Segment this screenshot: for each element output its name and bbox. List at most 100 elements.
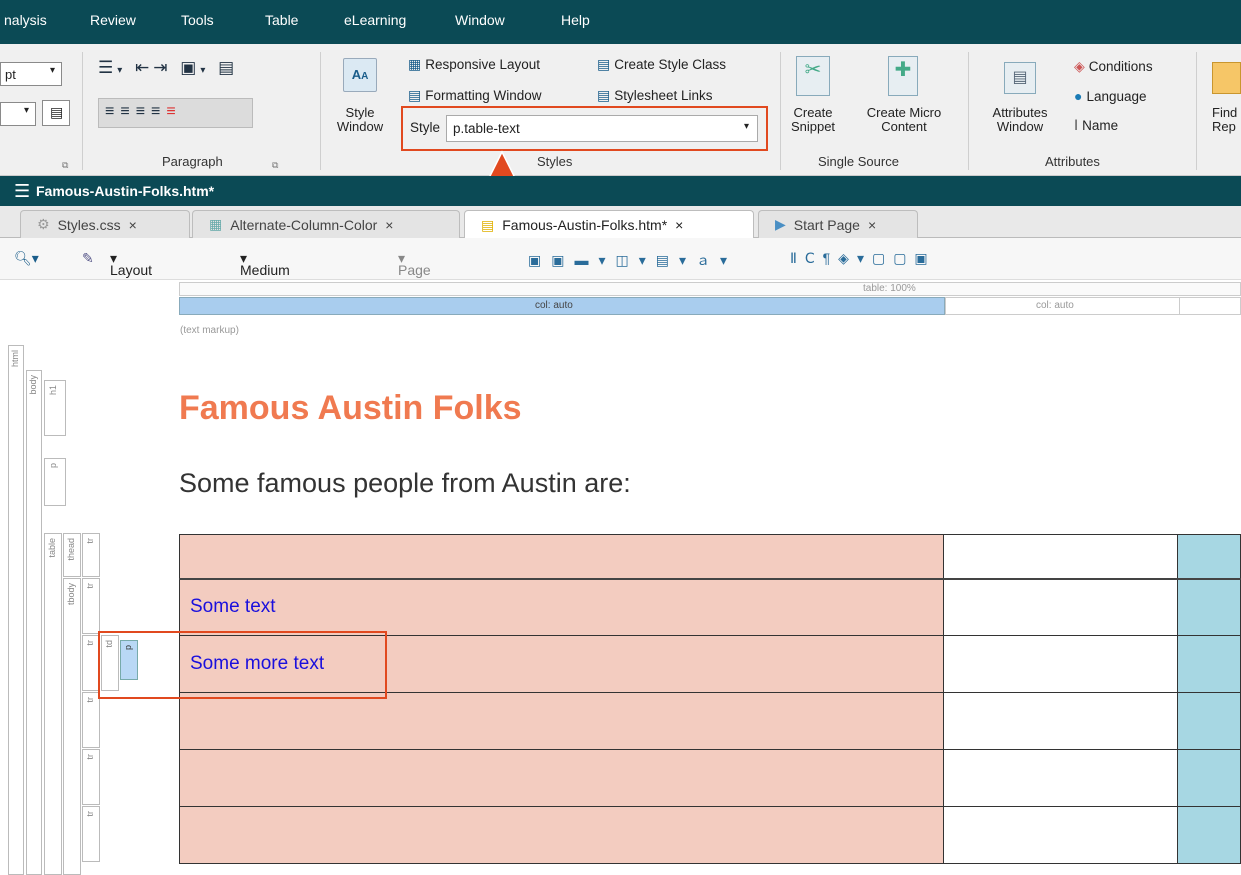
hamburger-icon[interactable]: ☰ bbox=[14, 181, 30, 202]
table-cell[interactable] bbox=[1177, 692, 1241, 750]
structure-bar-body[interactable]: body bbox=[26, 370, 42, 875]
table-cell[interactable] bbox=[1177, 806, 1241, 864]
table-row[interactable]: Some text bbox=[179, 578, 1241, 636]
structure-bar-p[interactable]: p bbox=[44, 458, 66, 506]
table-cell[interactable] bbox=[179, 749, 944, 807]
conditions-button[interactable]: ◈ Conditions bbox=[1074, 58, 1153, 75]
block-icon[interactable]: ▤ bbox=[218, 58, 238, 77]
tab-styles-css[interactable]: ⚙ Styles.css × bbox=[20, 210, 190, 238]
close-icon[interactable]: × bbox=[868, 217, 876, 233]
table-cell[interactable] bbox=[1177, 635, 1241, 693]
menu-table[interactable]: Table bbox=[265, 12, 298, 28]
table-cell[interactable] bbox=[942, 749, 1179, 807]
align-center-icon[interactable]: ≡ bbox=[120, 103, 135, 120]
menu-help[interactable]: Help bbox=[561, 12, 590, 28]
close-icon[interactable]: × bbox=[129, 217, 137, 233]
table-row[interactable] bbox=[179, 806, 1241, 864]
document-title: Famous-Austin-Folks.htm* bbox=[36, 183, 215, 199]
menu-tools[interactable]: Tools bbox=[181, 12, 214, 28]
alignment-buttons: ≡≡≡≡≡ bbox=[98, 98, 253, 128]
style-window-icon[interactable]: AA bbox=[343, 58, 377, 92]
group-label-single-source: Single Source bbox=[818, 154, 899, 169]
responsive-layout-icon: ▦ bbox=[408, 56, 422, 72]
zoom-icon[interactable]: 🔍︎▾ bbox=[14, 250, 39, 267]
create-micro-content-icon[interactable]: ✚ bbox=[888, 56, 918, 96]
create-snippet-button[interactable]: Create Snippet bbox=[780, 106, 846, 134]
table-cell[interactable]: Some text bbox=[179, 578, 944, 636]
increase-indent-icon[interactable]: ⇥ bbox=[153, 58, 171, 77]
structure-bar-tbody[interactable]: tbody bbox=[63, 578, 81, 875]
structure-bar-table[interactable]: table bbox=[44, 533, 62, 875]
close-icon[interactable]: × bbox=[385, 217, 393, 233]
menu-window[interactable]: Window bbox=[455, 12, 505, 28]
align-right-icon[interactable]: ≡ bbox=[136, 103, 151, 120]
separator bbox=[320, 52, 321, 170]
font-color-combo[interactable]: ▾ bbox=[0, 102, 36, 126]
language-button[interactable]: ● Language bbox=[1074, 88, 1147, 104]
menu-elearning[interactable]: eLearning bbox=[344, 12, 406, 28]
menu-review[interactable]: Review bbox=[90, 12, 136, 28]
formatting-window-button[interactable]: ▤ Formatting Window bbox=[408, 87, 542, 104]
responsive-layout-button[interactable]: ▦ Responsive Layout bbox=[408, 56, 540, 73]
find-replace-icon[interactable] bbox=[1212, 62, 1241, 94]
show-blocks-icon[interactable]: ▣ bbox=[180, 58, 200, 77]
clear-alignment-icon[interactable]: ≡ bbox=[166, 103, 181, 120]
justify-icon[interactable]: ≡ bbox=[151, 103, 166, 120]
table-row[interactable] bbox=[179, 749, 1241, 807]
table-ruler: table: 100% col: auto col: auto bbox=[179, 282, 1241, 316]
document-table[interactable]: Some text Some more text bbox=[179, 534, 1241, 864]
decrease-indent-icon[interactable]: ⇤ bbox=[135, 58, 153, 77]
table-cell[interactable] bbox=[942, 635, 1179, 693]
table-cell[interactable] bbox=[1177, 749, 1241, 807]
insert-tools-row[interactable]: ▣▣▬▾◫▾▤▾ａ▾ bbox=[528, 250, 737, 270]
structure-bar-h1[interactable]: h1 bbox=[44, 380, 66, 436]
name-button[interactable]: Ⅰ Name bbox=[1074, 117, 1118, 134]
attributes-window-icon[interactable]: ▤ bbox=[1004, 62, 1036, 94]
markup-tools-row[interactable]: ⅡⅭ¶◈▾▢▢▣ bbox=[790, 250, 936, 267]
document-intro[interactable]: Some famous people from Austin are: bbox=[179, 468, 631, 499]
structure-bar-tr[interactable]: tr bbox=[82, 749, 100, 805]
table-cell[interactable] bbox=[942, 534, 1179, 580]
structure-bar-tr[interactable]: tr bbox=[82, 692, 100, 748]
structure-bar-thead[interactable]: thead bbox=[63, 533, 81, 577]
dialog-launcher-icon[interactable]: ⧉ bbox=[62, 160, 68, 171]
document-heading[interactable]: Famous Austin Folks bbox=[179, 389, 522, 428]
create-style-class-button[interactable]: ▤ Create Style Class bbox=[597, 56, 726, 73]
structure-bar-tr[interactable]: tr bbox=[82, 533, 100, 577]
tab-alternate-column-color[interactable]: ▦ Alternate-Column-Color × bbox=[192, 210, 460, 238]
create-snippet-icon[interactable]: ✂ bbox=[796, 56, 830, 96]
highlight-style-box bbox=[401, 106, 768, 151]
medium-dropdown[interactable]: Medium (default) ▾ bbox=[240, 250, 291, 294]
group-label-styles: Styles bbox=[537, 154, 573, 169]
table-cell[interactable] bbox=[179, 534, 944, 580]
layout-web-dropdown[interactable]: Layout (Web) ▾ bbox=[110, 250, 152, 294]
structure-bar-tr[interactable]: tr bbox=[82, 806, 100, 862]
structure-bar-html[interactable]: html bbox=[8, 345, 24, 875]
table-cell[interactable] bbox=[942, 806, 1179, 864]
attributes-window-button[interactable]: Attributes Window bbox=[980, 106, 1060, 134]
table-cell[interactable] bbox=[1177, 578, 1241, 636]
page-layout-dropdown[interactable]: Page Layout ▾ bbox=[398, 250, 440, 294]
structure-bar-tr[interactable]: tr bbox=[82, 578, 100, 634]
table-header-row[interactable] bbox=[179, 534, 1241, 580]
separator bbox=[1196, 52, 1197, 170]
find-replace-button[interactable]: Find Rep bbox=[1212, 106, 1241, 134]
page-break-button[interactable]: ▤ bbox=[42, 100, 70, 126]
bullet-list-icon[interactable]: ☰ bbox=[98, 58, 117, 77]
style-window-button[interactable]: Style Window bbox=[330, 106, 390, 134]
table-cell[interactable] bbox=[942, 692, 1179, 750]
stylesheet-links-button[interactable]: ▤ Stylesheet Links bbox=[597, 87, 713, 104]
close-icon[interactable]: × bbox=[675, 217, 683, 233]
align-left-icon[interactable]: ≡ bbox=[105, 103, 120, 120]
table-row[interactable] bbox=[179, 692, 1241, 750]
table-cell[interactable] bbox=[179, 692, 944, 750]
create-micro-content-button[interactable]: Create Micro Content bbox=[854, 106, 954, 134]
font-size-combo[interactable]: pt ▾ bbox=[0, 62, 62, 86]
table-cell[interactable] bbox=[1177, 534, 1241, 580]
menu-analysis[interactable]: nalysis bbox=[4, 12, 47, 28]
tab-start-page[interactable]: ▶ Start Page × bbox=[758, 210, 918, 238]
table-cell[interactable] bbox=[942, 578, 1179, 636]
table-cell[interactable] bbox=[179, 806, 944, 864]
dialog-launcher-icon[interactable]: ⧉ bbox=[272, 160, 278, 171]
tab-famous-austin-folks[interactable]: ▤ Famous-Austin-Folks.htm* × bbox=[464, 210, 754, 239]
